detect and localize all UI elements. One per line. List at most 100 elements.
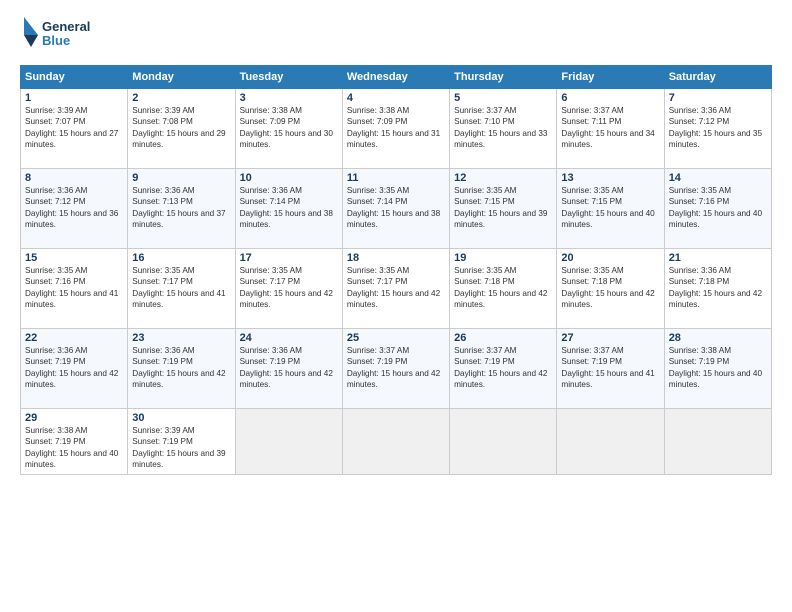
day-number: 4 <box>347 92 445 104</box>
calendar-cell: 8Sunrise: 3:36 AM Sunset: 7:12 PM Daylig… <box>21 169 128 249</box>
calendar-cell: 26Sunrise: 3:37 AM Sunset: 7:19 PM Dayli… <box>450 329 557 409</box>
weekday-tuesday: Tuesday <box>235 66 342 89</box>
calendar-cell: 12Sunrise: 3:35 AM Sunset: 7:15 PM Dayli… <box>450 169 557 249</box>
day-number: 5 <box>454 92 552 104</box>
calendar-cell: 10Sunrise: 3:36 AM Sunset: 7:14 PM Dayli… <box>235 169 342 249</box>
calendar-cell <box>342 409 449 475</box>
day-info: Sunrise: 3:36 AM Sunset: 7:19 PM Dayligh… <box>132 345 230 391</box>
day-number: 9 <box>132 172 230 184</box>
day-info: Sunrise: 3:36 AM Sunset: 7:14 PM Dayligh… <box>240 185 338 231</box>
day-number: 28 <box>669 332 767 344</box>
day-number: 30 <box>132 412 230 424</box>
calendar-cell: 29Sunrise: 3:38 AM Sunset: 7:19 PM Dayli… <box>21 409 128 475</box>
calendar-cell: 1Sunrise: 3:39 AM Sunset: 7:07 PM Daylig… <box>21 89 128 169</box>
day-number: 23 <box>132 332 230 344</box>
day-info: Sunrise: 3:38 AM Sunset: 7:09 PM Dayligh… <box>347 105 445 151</box>
day-number: 29 <box>25 412 123 424</box>
calendar-cell: 11Sunrise: 3:35 AM Sunset: 7:14 PM Dayli… <box>342 169 449 249</box>
weekday-header-row: SundayMondayTuesdayWednesdayThursdayFrid… <box>21 66 772 89</box>
day-number: 13 <box>561 172 659 184</box>
calendar-cell: 25Sunrise: 3:37 AM Sunset: 7:19 PM Dayli… <box>342 329 449 409</box>
day-info: Sunrise: 3:39 AM Sunset: 7:19 PM Dayligh… <box>132 425 230 471</box>
day-number: 22 <box>25 332 123 344</box>
header: General Blue <box>20 15 772 55</box>
day-number: 7 <box>669 92 767 104</box>
calendar-table: SundayMondayTuesdayWednesdayThursdayFrid… <box>20 65 772 475</box>
day-info: Sunrise: 3:36 AM Sunset: 7:18 PM Dayligh… <box>669 265 767 311</box>
day-number: 27 <box>561 332 659 344</box>
calendar-week-3: 15Sunrise: 3:35 AM Sunset: 7:16 PM Dayli… <box>21 249 772 329</box>
day-number: 11 <box>347 172 445 184</box>
day-number: 19 <box>454 252 552 264</box>
calendar-cell: 2Sunrise: 3:39 AM Sunset: 7:08 PM Daylig… <box>128 89 235 169</box>
day-number: 3 <box>240 92 338 104</box>
logo-svg: General Blue <box>20 15 110 55</box>
calendar-cell: 30Sunrise: 3:39 AM Sunset: 7:19 PM Dayli… <box>128 409 235 475</box>
calendar-cell <box>664 409 771 475</box>
calendar-cell: 20Sunrise: 3:35 AM Sunset: 7:18 PM Dayli… <box>557 249 664 329</box>
weekday-thursday: Thursday <box>450 66 557 89</box>
day-info: Sunrise: 3:35 AM Sunset: 7:16 PM Dayligh… <box>25 265 123 311</box>
day-number: 8 <box>25 172 123 184</box>
day-info: Sunrise: 3:36 AM Sunset: 7:12 PM Dayligh… <box>25 185 123 231</box>
logo: General Blue <box>20 15 110 55</box>
day-number: 25 <box>347 332 445 344</box>
calendar-week-1: 1Sunrise: 3:39 AM Sunset: 7:07 PM Daylig… <box>21 89 772 169</box>
day-info: Sunrise: 3:39 AM Sunset: 7:07 PM Dayligh… <box>25 105 123 151</box>
svg-text:General: General <box>42 19 90 34</box>
day-info: Sunrise: 3:35 AM Sunset: 7:17 PM Dayligh… <box>240 265 338 311</box>
day-number: 6 <box>561 92 659 104</box>
day-number: 18 <box>347 252 445 264</box>
weekday-saturday: Saturday <box>664 66 771 89</box>
day-info: Sunrise: 3:37 AM Sunset: 7:19 PM Dayligh… <box>347 345 445 391</box>
calendar-cell: 15Sunrise: 3:35 AM Sunset: 7:16 PM Dayli… <box>21 249 128 329</box>
calendar-cell: 5Sunrise: 3:37 AM Sunset: 7:10 PM Daylig… <box>450 89 557 169</box>
day-number: 16 <box>132 252 230 264</box>
day-info: Sunrise: 3:36 AM Sunset: 7:19 PM Dayligh… <box>240 345 338 391</box>
day-number: 15 <box>25 252 123 264</box>
svg-text:Blue: Blue <box>42 33 70 48</box>
day-number: 21 <box>669 252 767 264</box>
calendar-week-5: 29Sunrise: 3:38 AM Sunset: 7:19 PM Dayli… <box>21 409 772 475</box>
day-number: 1 <box>25 92 123 104</box>
day-number: 20 <box>561 252 659 264</box>
day-info: Sunrise: 3:37 AM Sunset: 7:19 PM Dayligh… <box>454 345 552 391</box>
day-info: Sunrise: 3:36 AM Sunset: 7:13 PM Dayligh… <box>132 185 230 231</box>
calendar-cell: 22Sunrise: 3:36 AM Sunset: 7:19 PM Dayli… <box>21 329 128 409</box>
day-info: Sunrise: 3:37 AM Sunset: 7:19 PM Dayligh… <box>561 345 659 391</box>
day-info: Sunrise: 3:35 AM Sunset: 7:18 PM Dayligh… <box>454 265 552 311</box>
calendar-cell: 19Sunrise: 3:35 AM Sunset: 7:18 PM Dayli… <box>450 249 557 329</box>
calendar-body: 1Sunrise: 3:39 AM Sunset: 7:07 PM Daylig… <box>21 89 772 475</box>
day-number: 10 <box>240 172 338 184</box>
page: General Blue SundayMondayTuesdayWednesda… <box>0 0 792 612</box>
day-number: 14 <box>669 172 767 184</box>
calendar-cell: 6Sunrise: 3:37 AM Sunset: 7:11 PM Daylig… <box>557 89 664 169</box>
day-info: Sunrise: 3:37 AM Sunset: 7:10 PM Dayligh… <box>454 105 552 151</box>
weekday-sunday: Sunday <box>21 66 128 89</box>
calendar-cell: 24Sunrise: 3:36 AM Sunset: 7:19 PM Dayli… <box>235 329 342 409</box>
calendar-cell: 28Sunrise: 3:38 AM Sunset: 7:19 PM Dayli… <box>664 329 771 409</box>
day-number: 12 <box>454 172 552 184</box>
day-info: Sunrise: 3:35 AM Sunset: 7:17 PM Dayligh… <box>347 265 445 311</box>
day-number: 2 <box>132 92 230 104</box>
day-info: Sunrise: 3:35 AM Sunset: 7:16 PM Dayligh… <box>669 185 767 231</box>
calendar-cell: 17Sunrise: 3:35 AM Sunset: 7:17 PM Dayli… <box>235 249 342 329</box>
calendar-cell: 16Sunrise: 3:35 AM Sunset: 7:17 PM Dayli… <box>128 249 235 329</box>
day-info: Sunrise: 3:36 AM Sunset: 7:12 PM Dayligh… <box>669 105 767 151</box>
day-info: Sunrise: 3:38 AM Sunset: 7:19 PM Dayligh… <box>25 425 123 471</box>
calendar-cell <box>450 409 557 475</box>
day-info: Sunrise: 3:36 AM Sunset: 7:19 PM Dayligh… <box>25 345 123 391</box>
weekday-monday: Monday <box>128 66 235 89</box>
day-number: 26 <box>454 332 552 344</box>
weekday-friday: Friday <box>557 66 664 89</box>
day-info: Sunrise: 3:35 AM Sunset: 7:15 PM Dayligh… <box>561 185 659 231</box>
calendar-header: SundayMondayTuesdayWednesdayThursdayFrid… <box>21 66 772 89</box>
calendar-cell: 13Sunrise: 3:35 AM Sunset: 7:15 PM Dayli… <box>557 169 664 249</box>
calendar-cell: 9Sunrise: 3:36 AM Sunset: 7:13 PM Daylig… <box>128 169 235 249</box>
calendar-cell <box>235 409 342 475</box>
day-info: Sunrise: 3:35 AM Sunset: 7:17 PM Dayligh… <box>132 265 230 311</box>
day-info: Sunrise: 3:39 AM Sunset: 7:08 PM Dayligh… <box>132 105 230 151</box>
calendar-cell <box>557 409 664 475</box>
calendar-week-4: 22Sunrise: 3:36 AM Sunset: 7:19 PM Dayli… <box>21 329 772 409</box>
calendar-cell: 27Sunrise: 3:37 AM Sunset: 7:19 PM Dayli… <box>557 329 664 409</box>
